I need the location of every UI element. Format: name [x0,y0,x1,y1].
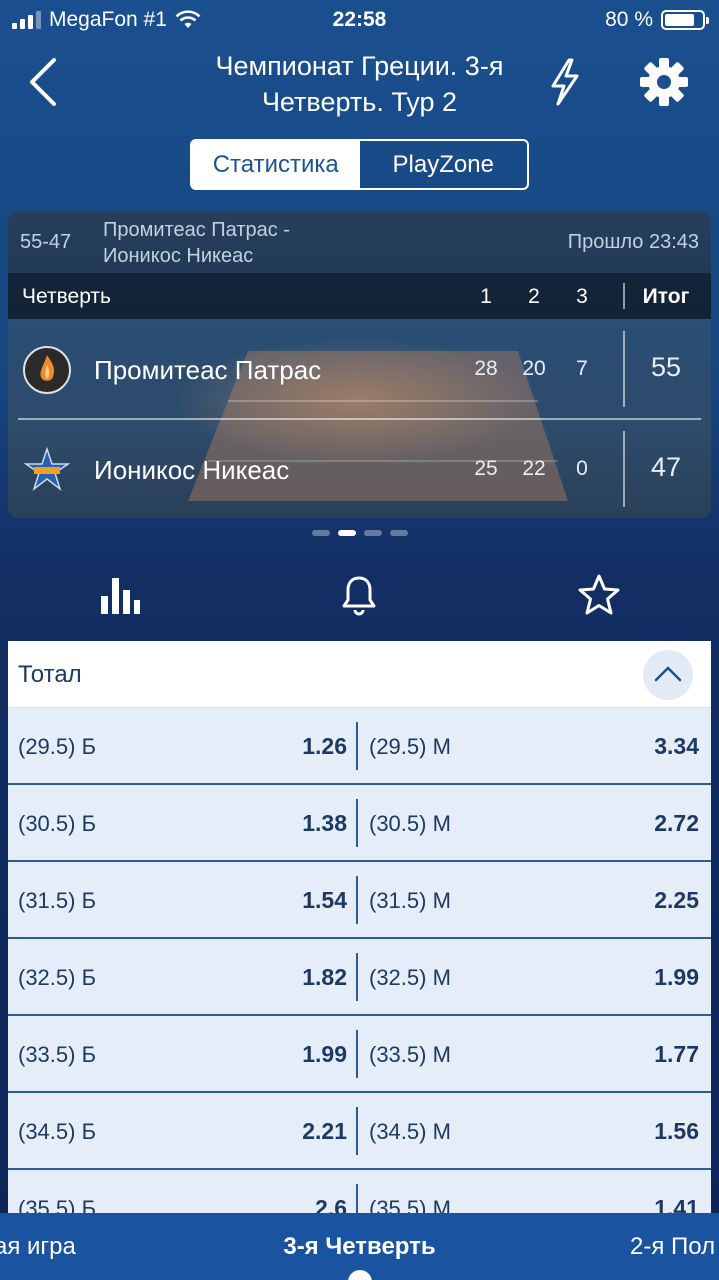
home-total: 55 [650,352,682,382]
segmented-control: Статистика PlayZone [190,139,529,190]
odds-row: (32.5) Б 1.82 (32.5) М 1.99 [8,939,711,1016]
ionikos-logo [23,446,71,492]
action-bar [0,570,719,626]
odds-row: (34.5) Б 2.21 (34.5) М 1.56 [8,1093,711,1170]
over-odds[interactable]: 2.21 [302,1118,347,1145]
page-dot[interactable] [364,530,382,536]
over-label[interactable]: (34.5) Б [18,1119,96,1145]
team-row-home: Промитеас Патрас 28 20 7 55 [8,321,711,419]
under-odds[interactable]: 1.77 [654,1041,699,1068]
gear-icon[interactable] [636,54,692,110]
total-odds-panel: Тотал (29.5) Б 1.26 (29.5) М 3.34 (30.5) Б 1.… [8,641,711,1221]
tab-next-period[interactable]: 2-я Пол [630,1233,715,1261]
tab-statistics[interactable]: Статистика [192,141,360,188]
tab-indicator [348,1270,372,1280]
page-dot[interactable] [312,530,330,536]
scoreboard-card[interactable]: 55-47 Промитеас Патрас - Ионикос Никеас … [8,211,711,518]
page-title: Чемпионат Греции. 3-я Четверть. Тур 2 [110,48,609,120]
team-row-away: Ионикос Никеас 25 22 0 47 [8,421,711,518]
home-q2: 20 [522,357,546,380]
match-info-bar: 55-47 Промитеас Патрас - Ионикос Никеас … [8,211,711,273]
chevron-up-icon[interactable] [643,650,693,700]
over-label[interactable]: (30.5) Б [18,811,96,837]
total-header: Итог [642,285,690,308]
odds-divider [356,1107,358,1155]
page-dot[interactable] [390,530,408,536]
promitheas-logo [23,346,71,394]
quarter-2-header: 2 [528,285,540,308]
nav-header: Чемпионат Греции. 3-я Четверть. Тур 2 [0,40,719,130]
panel-title: Тотал [18,661,82,688]
over-label[interactable]: (29.5) Б [18,734,96,760]
under-odds[interactable]: 3.34 [654,733,699,760]
away-q2: 22 [522,457,546,480]
team-name-away: Ионикос Никеас [94,455,290,485]
over-odds[interactable]: 1.38 [302,810,347,837]
battery-icon [661,10,709,30]
under-label[interactable]: (30.5) М [369,811,451,837]
status-bar: MegaFon #1 22:58 80 % [0,0,719,40]
under-odds[interactable]: 1.56 [654,1118,699,1145]
away-q3: 0 [576,457,588,480]
tab-current-period[interactable]: 3-я Четверть [0,1233,719,1261]
under-odds[interactable]: 2.25 [654,887,699,914]
odds-divider [356,953,358,1001]
elapsed-time: Прошло 23:43 [567,231,699,253]
under-label[interactable]: (29.5) М [369,734,451,760]
odds-row: (31.5) Б 1.54 (31.5) М 2.25 [8,862,711,939]
panel-header[interactable]: Тотал [8,641,711,708]
odds-list: (29.5) Б 1.26 (29.5) М 3.34 (30.5) Б 1.38 (30.… [8,708,711,1221]
under-odds[interactable]: 2.72 [654,810,699,837]
quarter-1-header: 1 [480,285,492,308]
odds-row: (33.5) Б 1.99 (33.5) М 1.77 [8,1016,711,1093]
period-tab-bar: ая игра 3-я Четверть 2-я Пол [0,1213,719,1280]
status-bar-right: 80 % [605,8,709,32]
match-name-line-1: Промитеас Патрас - [103,219,290,241]
under-label[interactable]: (34.5) М [369,1119,451,1145]
away-divider [623,431,625,507]
odds-row: (30.5) Б 1.38 (30.5) М 2.72 [8,785,711,862]
tab-playzone[interactable]: PlayZone [360,141,528,188]
odds-divider [356,1030,358,1078]
page-indicator[interactable] [312,530,408,536]
battery-percent: 80 % [605,8,653,31]
over-odds[interactable]: 1.26 [302,733,347,760]
odds-divider [356,722,358,770]
over-odds[interactable]: 1.82 [302,964,347,991]
back-icon[interactable] [22,54,66,110]
team-divider [18,418,701,420]
away-total: 47 [650,452,682,482]
match-name: Промитеас Патрас - Ионикос Никеас [103,217,290,269]
away-q1: 25 [474,457,498,480]
over-label[interactable]: (33.5) Б [18,1042,96,1068]
quarters-header: Четверть 1 2 3 Итог [8,273,711,319]
under-label[interactable]: (33.5) М [369,1042,451,1068]
quarter-3-header: 3 [576,285,588,308]
over-label[interactable]: (31.5) Б [18,888,96,914]
quarter-label: Четверть [22,285,111,308]
over-odds[interactable]: 1.54 [302,887,347,914]
home-q1: 28 [474,357,498,380]
title-line-1: Чемпионат Греции. 3-я [215,51,504,81]
stats-icon[interactable] [95,570,145,620]
odds-divider [356,799,358,847]
header-divider [623,283,625,309]
under-label[interactable]: (31.5) М [369,888,451,914]
bell-icon[interactable] [334,570,384,620]
home-q3: 7 [576,357,588,380]
odds-row: (29.5) Б 1.26 (29.5) М 3.34 [8,708,711,785]
odds-divider [356,876,358,924]
over-odds[interactable]: 1.99 [302,1041,347,1068]
over-label[interactable]: (32.5) Б [18,965,96,991]
team-name-home: Промитеас Патрас [94,355,322,385]
page-dot[interactable] [338,530,356,536]
under-odds[interactable]: 1.99 [654,964,699,991]
flash-icon[interactable] [545,54,585,110]
match-score: 55-47 [20,231,72,253]
under-label[interactable]: (32.5) М [369,965,451,991]
home-divider [623,331,625,407]
title-line-2: Четверть. Тур 2 [261,87,458,117]
star-icon[interactable] [574,570,624,620]
match-name-line-2: Ионикос Никеас [103,245,254,267]
